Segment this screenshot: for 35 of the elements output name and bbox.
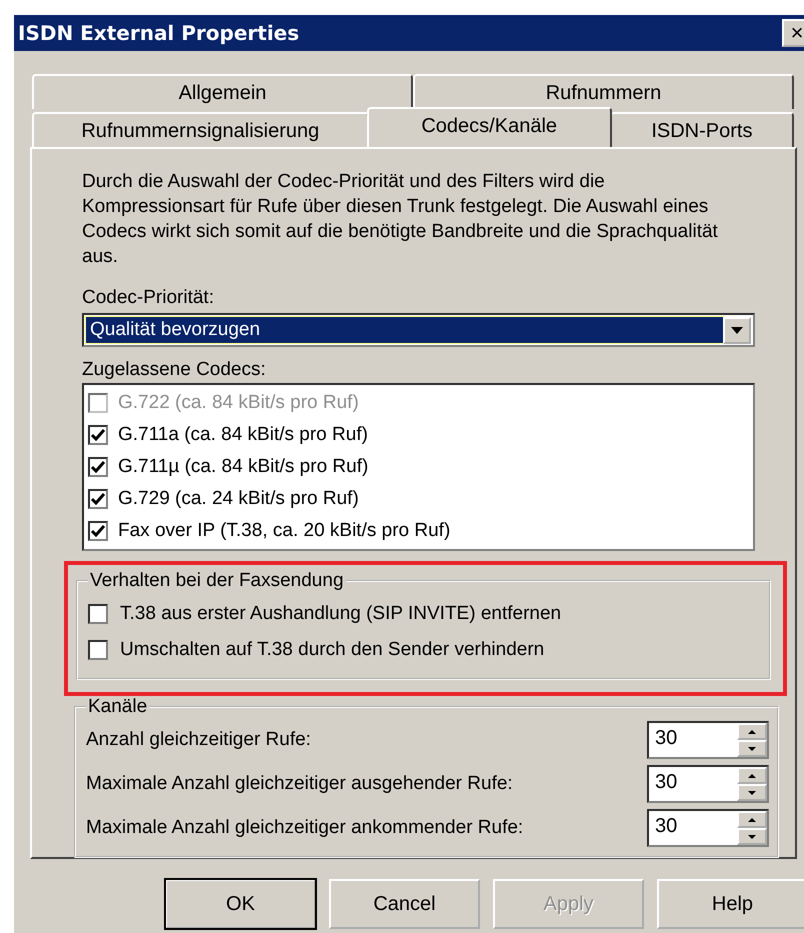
option-label: T.38 aus erster Aushandlung (SIP INVITE) entfernen [120,603,562,625]
close-button[interactable]: × [782,19,804,47]
field-label: Maximale Anzahl gleichzeitiger ankommender Rufe: [86,817,524,839]
option-label: Umschalten auf T.38 durch den Sender verhindern [120,639,544,661]
checkbox[interactable] [88,457,108,477]
description-text: Durch die Auswahl der Codec-Priorität und des Filters wird die Kompressionsart für Rufe über diesen Trunk festgelegt. Die Auswahl eines Codecs wirkt sich somit auf die benötigte Bandbreite und die Sprachqualität aus. [82,170,719,269]
list-label: Zugelassene Codecs: [82,359,267,381]
codec-label: G.711a (ca. 84 kBit/s pro Ruf) [118,424,368,446]
field-label: Maximale Anzahl gleichzeitiger ausgehender Rufe: [86,773,513,795]
tab[interactable]: Allgemein [32,74,413,109]
codec-label: G.729 (ca. 24 kBit/s pro Ruf) [118,488,359,510]
codec-label: G.722 (ca. 84 kBit/s pro Ruf) [118,392,359,414]
group-title: Verhalten bei der Faxsendung [89,570,345,592]
dialog-button[interactable]: OK [165,879,316,929]
number-spinner[interactable]: 30 [647,809,769,847]
number-spinner[interactable]: 30 [647,765,769,803]
tab[interactable]: Rufnummernsignalisierung [32,112,369,147]
dialog-button[interactable]: Cancel [329,879,480,929]
group-title: Kanäle [87,696,148,718]
tab[interactable]: ISDN-Ports [610,112,794,147]
checkbox[interactable] [88,521,108,541]
field-label: Codec-Priorität: [82,287,215,309]
window-title: ISDN External Properties [18,21,300,45]
checkbox[interactable] [88,489,108,509]
checkbox[interactable] [88,425,108,445]
codec-priority-dropdown[interactable]: Qualität bevorzugen [82,313,755,347]
codec-label: Fax over IP (T.38, ca. 20 kBit/s pro Ruf) [118,520,450,542]
checkbox[interactable] [88,640,108,660]
tab[interactable]: Codecs/Kanäle [366,107,612,147]
field-label: Anzahl gleichzeitiger Rufe: [86,729,311,751]
number-spinner[interactable]: 30 [647,721,769,759]
checkbox[interactable] [88,604,108,624]
tab[interactable]: Rufnummern [413,74,794,109]
codec-label: G.711µ (ca. 84 kBit/s pro Ruf) [118,456,368,478]
dialog-button[interactable]: Help [657,879,804,929]
